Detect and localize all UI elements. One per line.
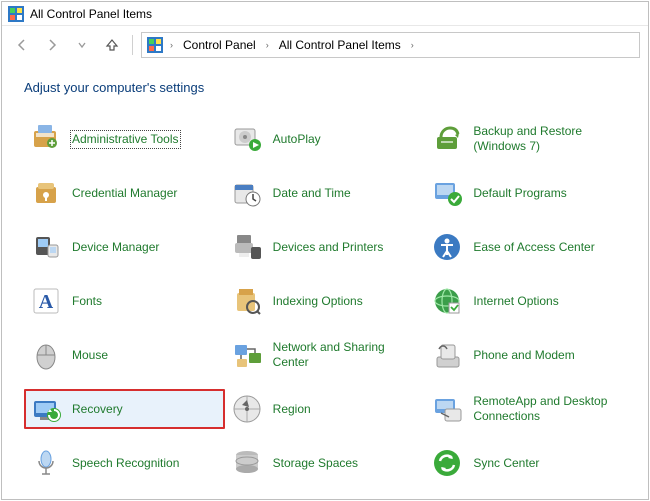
cp-item-label: Internet Options xyxy=(473,294,558,309)
devices-printers-icon xyxy=(231,231,263,263)
mouse-icon xyxy=(30,339,62,371)
cp-item-label: Device Manager xyxy=(72,240,159,255)
cp-item-internet[interactable]: Internet Options xyxy=(425,281,626,321)
cp-item-storage[interactable]: Storage Spaces xyxy=(225,443,426,483)
cp-item-label: AutoPlay xyxy=(273,132,321,147)
cp-item-date-time[interactable]: Date and Time xyxy=(225,173,426,213)
cp-item-device-manager[interactable]: Device Manager xyxy=(24,227,225,267)
cp-item-devices-printers[interactable]: Devices and Printers xyxy=(225,227,426,267)
chevron-right-icon[interactable]: › xyxy=(262,40,273,50)
cp-item-autoplay[interactable]: AutoPlay xyxy=(225,119,426,159)
recovery-icon xyxy=(30,393,62,425)
date-time-icon xyxy=(231,177,263,209)
divider xyxy=(132,35,133,55)
phone-icon xyxy=(431,339,463,371)
cp-item-sync[interactable]: Sync Center xyxy=(425,443,626,483)
cp-item-users[interactable]: User Accounts xyxy=(225,497,426,499)
cp-item-label: Ease of Access Center xyxy=(473,240,594,255)
internet-icon xyxy=(431,285,463,317)
cp-item-fonts[interactable]: A Fonts xyxy=(24,281,225,321)
cp-item-label: Credential Manager xyxy=(72,186,177,201)
recent-dropdown[interactable] xyxy=(70,33,94,57)
cp-item-label: RemoteApp and Desktop Connections xyxy=(473,394,613,424)
title-bar: All Control Panel Items xyxy=(2,2,648,26)
page-heading: Adjust your computer's settings xyxy=(24,80,626,95)
cp-item-label: Fonts xyxy=(72,294,102,309)
cp-item-mouse[interactable]: Mouse xyxy=(24,335,225,375)
device-manager-icon xyxy=(30,231,62,263)
cp-item-label: Administrative Tools xyxy=(72,132,179,147)
default-programs-icon xyxy=(431,177,463,209)
back-button[interactable] xyxy=(10,33,34,57)
content-area: Adjust your computer's settings Administ… xyxy=(2,64,648,499)
address-bar[interactable]: › Control Panel › All Control Panel Item… xyxy=(141,32,640,58)
cp-item-backup[interactable]: Backup and Restore (Windows 7) xyxy=(425,119,626,159)
cp-item-label: Sync Center xyxy=(473,456,539,471)
window-title: All Control Panel Items xyxy=(30,7,152,21)
cp-item-credential[interactable]: Credential Manager xyxy=(24,173,225,213)
cp-item-label: Region xyxy=(273,402,311,417)
svg-text:A: A xyxy=(39,291,54,313)
forward-button[interactable] xyxy=(40,33,64,57)
cp-item-label: Backup and Restore (Windows 7) xyxy=(473,124,613,154)
cp-item-default-programs[interactable]: Default Programs xyxy=(425,173,626,213)
cp-item-label: Date and Time xyxy=(273,186,351,201)
cp-item-label: Storage Spaces xyxy=(273,456,358,471)
backup-icon xyxy=(431,123,463,155)
breadcrumb-seg-1[interactable]: All Control Panel Items xyxy=(275,36,405,54)
items-grid: Administrative Tools AutoPlay Backup and R… xyxy=(24,119,626,499)
cp-item-admin-tools[interactable]: Administrative Tools xyxy=(24,119,225,159)
cp-item-remoteapp[interactable]: RemoteApp and Desktop Connections xyxy=(425,389,626,429)
indexing-icon xyxy=(231,285,263,317)
ease-access-icon xyxy=(431,231,463,263)
window: All Control Panel Items xyxy=(1,1,649,500)
remoteapp-icon xyxy=(431,393,463,425)
speech-icon xyxy=(30,447,62,479)
chevron-right-icon[interactable]: › xyxy=(166,40,177,50)
admin-tools-icon xyxy=(30,123,62,155)
cp-item-network[interactable]: Network and Sharing Center xyxy=(225,335,426,375)
cp-item-label: Mouse xyxy=(72,348,108,363)
control-panel-icon xyxy=(146,36,164,54)
autoplay-icon xyxy=(231,123,263,155)
cp-item-label: Phone and Modem xyxy=(473,348,574,363)
cp-item-recovery[interactable]: Recovery xyxy=(24,389,225,429)
cp-item-indexing[interactable]: Indexing Options xyxy=(225,281,426,321)
up-button[interactable] xyxy=(100,33,124,57)
fonts-icon: A xyxy=(30,285,62,317)
control-panel-icon xyxy=(8,6,24,22)
cp-item-label: Recovery xyxy=(72,402,123,417)
cp-item-region[interactable]: Region xyxy=(225,389,426,429)
cp-item-label: Default Programs xyxy=(473,186,566,201)
network-icon xyxy=(231,339,263,371)
cp-item-label: Speech Recognition xyxy=(72,456,179,471)
cp-item-label: Indexing Options xyxy=(273,294,363,309)
breadcrumb-seg-0[interactable]: Control Panel xyxy=(179,36,260,54)
credential-icon xyxy=(30,177,62,209)
region-icon xyxy=(231,393,263,425)
storage-icon xyxy=(231,447,263,479)
cp-item-troubleshoot[interactable]: Troubleshooting xyxy=(24,497,225,499)
sync-icon xyxy=(431,447,463,479)
cp-item-label: Devices and Printers xyxy=(273,240,384,255)
nav-bar: › Control Panel › All Control Panel Item… xyxy=(2,26,648,64)
cp-item-speech[interactable]: Speech Recognition xyxy=(24,443,225,483)
cp-item-phone[interactable]: Phone and Modem xyxy=(425,335,626,375)
cp-item-label: Network and Sharing Center xyxy=(273,340,413,370)
cp-item-ease-access[interactable]: Ease of Access Center xyxy=(425,227,626,267)
cp-item-firewall[interactable]: Windows Defender Firewall xyxy=(425,497,626,499)
chevron-right-icon[interactable]: › xyxy=(407,40,418,50)
